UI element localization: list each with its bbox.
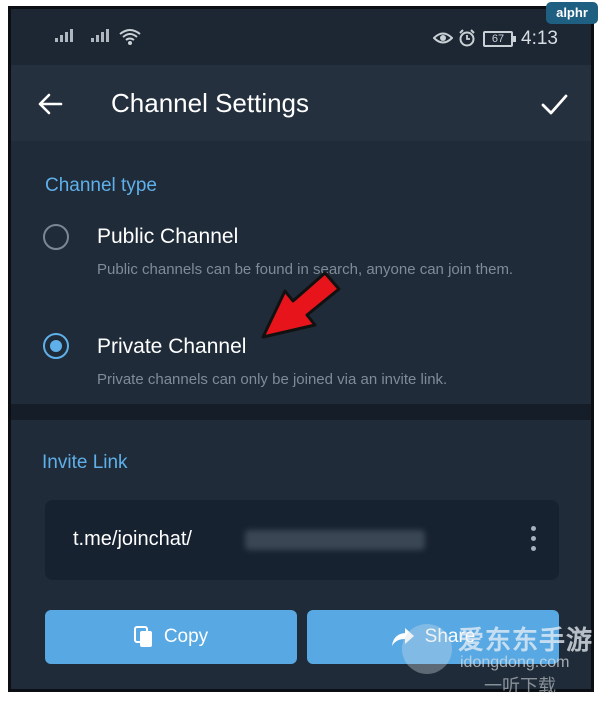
option-label: Public Channel [97, 225, 239, 248]
blurred-link-code [245, 530, 425, 550]
copy-label: Copy [163, 626, 209, 647]
section-heading: Channel type [45, 175, 157, 196]
eye-icon [433, 32, 453, 44]
option-label: Private Channel [97, 335, 247, 358]
battery-indicator: 67 [483, 31, 516, 47]
private-radio[interactable] [43, 333, 69, 359]
status-bar: 67 4:13 [11, 9, 591, 65]
page-title: Channel Settings [111, 88, 310, 118]
section-divider [11, 404, 591, 420]
watermark-domain: idongdong.com [460, 654, 570, 671]
back-arrow-icon[interactable] [35, 89, 65, 119]
alarm-icon [459, 29, 475, 47]
wifi-icon [119, 29, 141, 45]
section-heading: Invite Link [42, 452, 128, 473]
alphr-logo: alphr [546, 2, 598, 24]
watermark-logo-icon [402, 624, 452, 674]
copy-button[interactable]: Copy [45, 610, 297, 664]
checkmark-icon[interactable] [539, 89, 569, 119]
signal-icon [55, 29, 73, 42]
option-description: Private channels can only be joined via … [97, 371, 448, 388]
invite-link-field[interactable]: t.me/joinchat/ [45, 500, 559, 580]
site-watermark: 爱东东手游 idongdong.com 一听下载 [400, 618, 604, 696]
watermark-subtext: 一听下载 [484, 676, 556, 696]
app-bar: Channel Settings [11, 65, 591, 141]
phone-screen: 67 4:13 Channel Settings Channel type Pu… [8, 6, 594, 692]
watermark-text: 爱东东手游 [458, 625, 594, 655]
more-options-icon[interactable] [531, 526, 537, 552]
copy-icon [133, 626, 152, 647]
status-time: 4:13 [521, 28, 558, 49]
public-radio[interactable] [43, 224, 69, 250]
red-arrow-annotation [261, 271, 341, 339]
invite-link-text[interactable]: t.me/joinchat/ [73, 528, 192, 551]
signal-icon [91, 29, 109, 42]
